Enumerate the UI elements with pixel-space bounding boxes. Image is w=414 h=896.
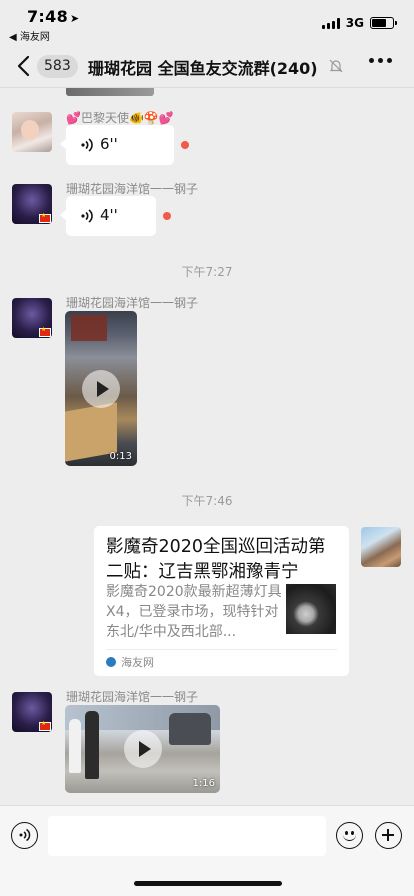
partial-image-message[interactable] xyxy=(66,88,154,96)
divider xyxy=(106,649,337,650)
link-card-message[interactable]: 影魔奇2020全国巡回活动第二贴：辽吉黑鄂湘豫青宁 影魔奇2020款最新超薄灯具… xyxy=(94,526,349,676)
link-card-title: 影魔奇2020全国巡回活动第二贴：辽吉黑鄂湘豫青宁 xyxy=(106,537,326,582)
back-chevron-icon[interactable] xyxy=(14,54,36,78)
play-icon xyxy=(82,369,120,408)
more-options-button[interactable] xyxy=(369,58,392,63)
voice-message[interactable]: 6'' xyxy=(60,125,174,165)
voice-wave-icon xyxy=(81,138,93,152)
voice-wave-icon xyxy=(81,209,93,223)
link-card-thumbnail xyxy=(286,584,336,634)
video-duration: 1:16 xyxy=(192,778,215,789)
voice-duration: 4'' xyxy=(100,206,118,224)
sender-name: 珊瑚花园海洋馆一一钢子 xyxy=(66,296,199,310)
back-to-app-link[interactable]: ◀ 海友网 xyxy=(9,28,50,43)
video-duration: 0:13 xyxy=(109,451,132,462)
sender-name: 珊瑚花园海洋馆一一钢子 xyxy=(66,182,199,196)
sender-name: 💕巴黎天使🐠🍄💕 xyxy=(66,111,174,125)
unread-dot xyxy=(181,141,189,149)
chat-title: 珊瑚花园 全国鱼友交流群(240) xyxy=(88,59,318,78)
voice-wave-icon xyxy=(19,828,31,842)
voice-message[interactable]: 4'' xyxy=(60,196,156,236)
signal-icon xyxy=(321,17,340,29)
unread-dot xyxy=(163,212,171,220)
emoji-button[interactable] xyxy=(336,822,363,849)
link-card-source: 海友网 xyxy=(121,656,154,669)
chat-header: 583 珊瑚花园 全国鱼友交流群(240) xyxy=(0,44,414,88)
unread-count-badge[interactable]: 583 xyxy=(37,55,78,78)
avatar[interactable] xyxy=(12,184,52,224)
flag-icon xyxy=(39,326,51,337)
message-input[interactable] xyxy=(48,816,326,856)
status-time: 7:48 ➤ xyxy=(27,7,80,26)
flag-icon xyxy=(39,212,51,223)
source-logo-icon xyxy=(106,657,116,667)
avatar[interactable] xyxy=(12,112,52,152)
network-type: 3G xyxy=(345,16,364,30)
location-arrow-icon: ➤ xyxy=(70,12,80,25)
plus-button[interactable] xyxy=(375,822,402,849)
mute-bell-icon xyxy=(329,59,343,73)
battery-icon xyxy=(370,17,397,29)
status-bar: 7:48 ➤ ◀ 海友网 3G xyxy=(0,0,414,44)
video-message[interactable]: 1:16 xyxy=(65,705,220,793)
sender-name: 珊瑚花园海洋馆一一钢子 xyxy=(66,690,199,704)
flag-icon xyxy=(39,720,51,731)
play-icon xyxy=(123,730,162,768)
voice-duration: 6'' xyxy=(100,135,118,153)
avatar[interactable] xyxy=(12,692,52,732)
timestamp: 下午7:46 xyxy=(181,494,233,508)
status-indicators: 3G xyxy=(321,16,397,30)
timestamp: 下午7:27 xyxy=(181,265,233,279)
link-card-description: 影魔奇2020款最新超薄灯具X4，已登录市场，现特针对东北/华中及西北部... xyxy=(106,584,282,640)
avatar[interactable] xyxy=(12,298,52,338)
voice-input-button[interactable] xyxy=(11,822,38,849)
my-avatar[interactable] xyxy=(361,527,401,567)
home-indicator[interactable] xyxy=(134,881,282,886)
video-message[interactable]: 0:13 xyxy=(65,311,137,466)
